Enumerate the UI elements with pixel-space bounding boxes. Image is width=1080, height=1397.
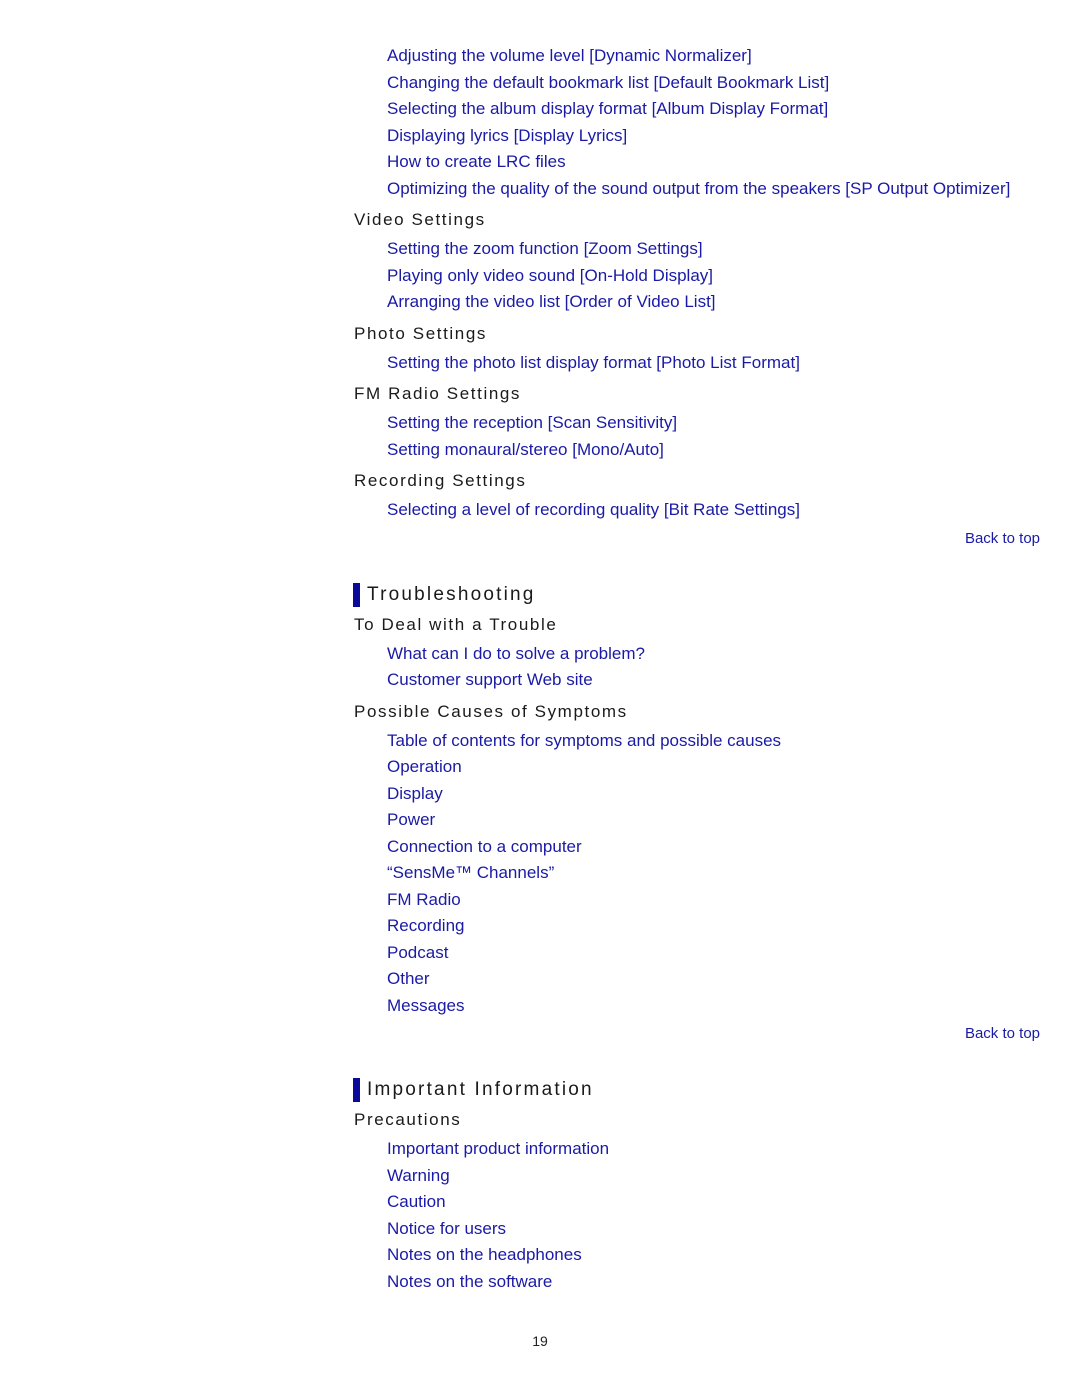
toc-link[interactable]: Warning <box>387 1163 1044 1190</box>
toc-link[interactable]: Operation <box>387 754 1044 781</box>
section-marker-icon <box>353 1078 360 1102</box>
subsection-heading: Video Settings <box>354 210 486 229</box>
page-number: 19 <box>532 1333 548 1349</box>
toc-link[interactable]: Podcast <box>387 940 1044 967</box>
subsection-heading: Recording Settings <box>354 471 527 490</box>
toc-link[interactable]: Display <box>387 781 1044 808</box>
toc-link[interactable]: Other <box>387 966 1044 993</box>
toc-link[interactable]: Notice for users <box>387 1216 1044 1243</box>
toc-link[interactable]: Customer support Web site <box>387 667 1044 694</box>
toc-link[interactable]: Selecting a level of recording quality [… <box>387 497 1044 524</box>
section-heading-important-information: Important Information <box>353 1078 1044 1102</box>
toc-link[interactable]: Messages <box>387 993 1044 1020</box>
toc-page: Adjusting the volume level [Dynamic Norm… <box>353 43 1044 1296</box>
toc-link[interactable]: Playing only video sound [On-Hold Displa… <box>387 263 1044 290</box>
section-title: Important Information <box>367 1079 594 1100</box>
section-title: Troubleshooting <box>367 583 536 605</box>
toc-link[interactable]: Setting monaural/stereo [Mono/Auto] <box>387 437 1044 464</box>
toc-link[interactable]: Setting the zoom function [Zoom Settings… <box>387 236 1044 263</box>
toc-link[interactable]: Setting the photo list display format [P… <box>387 350 1044 377</box>
toc-link[interactable]: Notes on the headphones <box>387 1242 1044 1269</box>
back-to-top-link[interactable]: Back to top <box>354 530 1040 547</box>
toc-link[interactable]: Adjusting the volume level [Dynamic Norm… <box>387 43 1044 70</box>
subsection-heading: Precautions <box>354 1110 462 1129</box>
back-to-top-link[interactable]: Back to top <box>354 1025 1040 1042</box>
toc-link[interactable]: How to create LRC files <box>387 149 1044 176</box>
subsection-heading: Photo Settings <box>354 323 487 343</box>
toc-link[interactable]: Connection to a computer <box>387 834 1044 861</box>
toc-link[interactable]: “SensMe™ Channels” <box>387 860 1044 887</box>
section-marker-icon <box>353 582 360 607</box>
subsection-heading: To Deal with a Trouble <box>354 614 558 634</box>
toc-link[interactable]: Notes on the software <box>387 1269 1044 1296</box>
toc-link[interactable]: What can I do to solve a problem? <box>387 641 1044 668</box>
toc-link[interactable]: Arranging the video list [Order of Video… <box>387 289 1044 316</box>
toc-link[interactable]: Power <box>387 807 1044 834</box>
music-settings-links: Adjusting the volume level [Dynamic Norm… <box>354 43 1044 202</box>
toc-link[interactable]: Optimizing the quality of the sound outp… <box>387 176 1044 203</box>
toc-link[interactable]: Table of contents for symptoms and possi… <box>387 728 1044 755</box>
toc-link[interactable]: Changing the default bookmark list [Defa… <box>387 70 1044 97</box>
toc-link[interactable]: FM Radio <box>387 887 1044 914</box>
toc-link[interactable]: Recording <box>387 913 1044 940</box>
subsection-heading: FM Radio Settings <box>354 384 522 403</box>
toc-link[interactable]: Setting the reception [Scan Sensitivity] <box>387 410 1044 437</box>
toc-link[interactable]: Important product information <box>387 1136 1044 1163</box>
subsection-heading: Possible Causes of Symptoms <box>354 701 628 721</box>
toc-link[interactable]: Selecting the album display format [Albu… <box>387 96 1044 123</box>
toc-link[interactable]: Displaying lyrics [Display Lyrics] <box>387 123 1044 150</box>
section-heading-troubleshooting: Troubleshooting <box>353 582 1044 607</box>
toc-link[interactable]: Caution <box>387 1189 1044 1216</box>
